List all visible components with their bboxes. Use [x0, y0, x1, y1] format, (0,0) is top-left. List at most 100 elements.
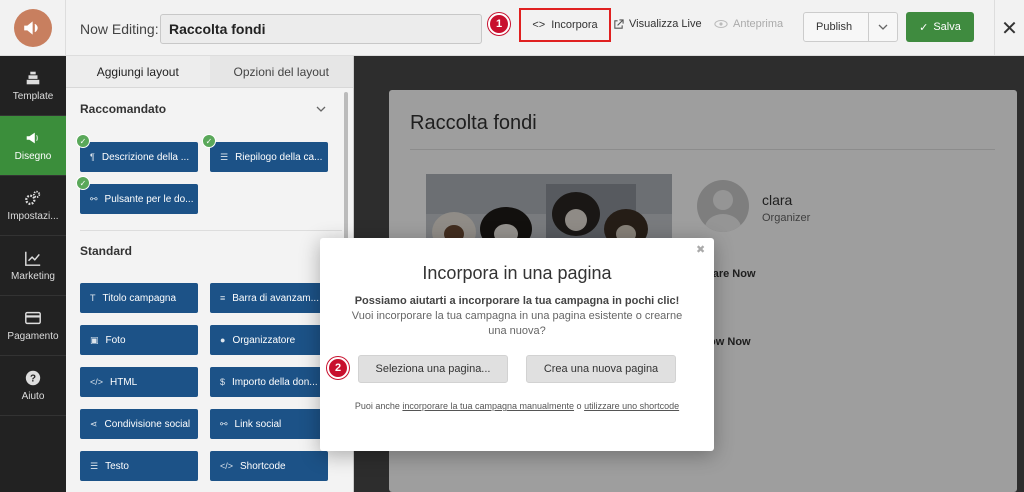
block-label: Foto	[105, 334, 126, 346]
now-editing-label: Now Editing:	[80, 21, 159, 37]
link-icon: ⚯	[220, 418, 228, 429]
chart-line-icon	[25, 251, 41, 266]
block-link-social[interactable]: ⚯ Link social	[210, 409, 328, 439]
share-icon: ⋖	[90, 418, 98, 429]
help-icon: ?	[25, 370, 41, 386]
block-titolo-campagna[interactable]: T Titolo campagna	[80, 283, 198, 313]
visualizza-live-link[interactable]: Visualizza Live	[613, 18, 702, 30]
block-label: Condivisione social	[104, 418, 191, 430]
block-condivisione-social[interactable]: ⋖ Condivisione social	[80, 409, 198, 439]
chevron-down-icon[interactable]	[869, 13, 897, 41]
block-pulsante[interactable]: ⚯ Pulsante per le do...	[80, 184, 198, 214]
link-icon: ⚯	[90, 193, 98, 204]
close-icon[interactable]: ✖	[696, 243, 705, 256]
anteprima-link[interactable]: Anteprima	[714, 18, 783, 30]
nav-label-marketing: Marketing	[11, 271, 55, 282]
block-label: Barra di avanzam...	[232, 292, 319, 304]
embed-modal: ✖ Incorpora in una pagina Possiamo aiuta…	[320, 238, 714, 451]
nav-label-disegno: Disegno	[14, 151, 52, 162]
nav-item-disegno[interactable]: Disegno	[0, 116, 66, 176]
block-label: Organizzatore	[232, 334, 296, 346]
block-organizzatore[interactable]: ● Organizzatore	[210, 325, 328, 355]
nav-label-template: Template	[12, 91, 54, 102]
image-icon: ▣	[90, 334, 99, 345]
top-bar: Now Editing: 1 <> Incorpora Visualizza L…	[0, 0, 1024, 56]
nav-label-aiuto: Aiuto	[21, 391, 45, 402]
check-icon: ✓	[76, 176, 90, 190]
megaphone-logo-icon[interactable]	[13, 9, 52, 47]
block-riepilogo[interactable]: ☰ Riepilogo della ca...	[210, 142, 328, 172]
megaphone-icon	[26, 132, 38, 144]
text-icon: T	[90, 293, 96, 303]
block-foto[interactable]: ▣ Foto	[80, 325, 198, 355]
tab-aggiungi-layout[interactable]: Aggiungi layout	[66, 56, 210, 87]
select-page-button[interactable]: Seleziona una pagina...	[358, 355, 508, 383]
step-2-badge: 2	[327, 357, 349, 379]
footer-prefix: Puoi anche	[354, 401, 400, 411]
layout-panel: Aggiungi layout Opzioni del layout Racco…	[66, 56, 354, 492]
shortcode-link[interactable]: utilizzare uno shortcode	[584, 401, 679, 411]
check-icon: ✓	[202, 134, 216, 148]
nav-item-template[interactable]: Template	[0, 56, 66, 116]
block-testo[interactable]: ☰ Testo	[80, 451, 198, 481]
list-icon: ☰	[90, 460, 99, 471]
block-label: Importo della don...	[232, 376, 318, 388]
standard-heading: Standard	[80, 244, 133, 258]
tab-opzioni-layout[interactable]: Opzioni del layout	[209, 56, 353, 87]
incorpora-label: Incorpora	[551, 19, 598, 31]
nav-label-pagamento: Pagamento	[7, 331, 59, 342]
nav-item-aiuto[interactable]: ? Aiuto	[0, 356, 66, 416]
block-barra-avanzamento[interactable]: ≡ Barra di avanzam...	[210, 283, 328, 313]
nav-label-impostazioni: Impostazi...	[7, 211, 59, 222]
nav-item-marketing[interactable]: Marketing	[0, 236, 66, 296]
block-label: Testo	[105, 460, 129, 472]
eye-icon	[714, 19, 728, 29]
nav-item-pagamento[interactable]: Pagamento	[0, 296, 66, 356]
left-nav: Template Disegno Impostazi... Marketing …	[0, 56, 66, 492]
paragraph-icon: ¶	[90, 152, 95, 162]
dollar-icon: $	[220, 377, 226, 387]
publish-select[interactable]: Publish	[803, 12, 898, 42]
anteprima-label: Anteprima	[733, 18, 784, 30]
visualizza-live-label: Visualizza Live	[629, 18, 702, 30]
incorpora-button[interactable]: <> Incorpora	[519, 8, 611, 42]
close-icon[interactable]: ✕	[994, 0, 1024, 56]
external-link-icon	[614, 18, 624, 29]
block-shortcode[interactable]: </> Shortcode	[210, 451, 328, 481]
check-icon: ✓	[76, 134, 90, 148]
footer-or: o	[576, 401, 582, 411]
list-icon: ☰	[220, 151, 229, 162]
check-icon: ✓	[919, 21, 929, 34]
block-descrizione[interactable]: ¶ Descrizione della ...	[80, 142, 198, 172]
modal-title: Incorpora in una pagina	[422, 263, 612, 283]
block-label: Riepilogo della ca...	[235, 151, 323, 163]
block-label: Pulsante per le do...	[104, 193, 194, 205]
campaign-title-input[interactable]	[160, 14, 482, 44]
block-label: Descrizione della ...	[101, 151, 190, 163]
logo-container	[0, 0, 66, 56]
salva-button[interactable]: ✓ Salva	[906, 12, 974, 42]
create-page-button[interactable]: Crea una nuova pagina	[526, 355, 676, 383]
modal-body-bold: Possiamo aiutarti a incorporare la tua c…	[354, 295, 680, 307]
template-icon	[26, 71, 40, 85]
step-1-badge: 1	[488, 13, 510, 35]
nav-item-impostazioni[interactable]: Impostazi...	[0, 176, 66, 236]
chevron-down-icon[interactable]	[316, 104, 326, 115]
modal-body: Possiamo aiutarti a incorporare la tua c…	[350, 294, 684, 339]
progress-icon: ≡	[220, 293, 226, 303]
publish-label: Publish	[804, 13, 869, 41]
code-icon: </>	[220, 461, 234, 471]
block-html[interactable]: </> HTML	[80, 367, 198, 397]
code-icon: <>	[532, 19, 546, 31]
salva-label: Salva	[933, 21, 961, 33]
divider	[80, 230, 342, 231]
block-label: Shortcode	[240, 460, 286, 472]
manual-embed-link[interactable]: incorporare la tua campagna manualmente	[402, 401, 574, 411]
credit-card-icon	[25, 311, 41, 325]
gears-icon	[25, 190, 41, 205]
block-label: Titolo campagna	[102, 292, 177, 304]
modal-footer: Puoi anche incorporare la tua campagna m…	[350, 400, 684, 412]
svg-text:?: ?	[30, 374, 36, 385]
modal-body-text: Vuoi incorporare la tua campagna in una …	[351, 310, 683, 337]
block-importo-donazione[interactable]: $ Importo della don...	[210, 367, 328, 397]
